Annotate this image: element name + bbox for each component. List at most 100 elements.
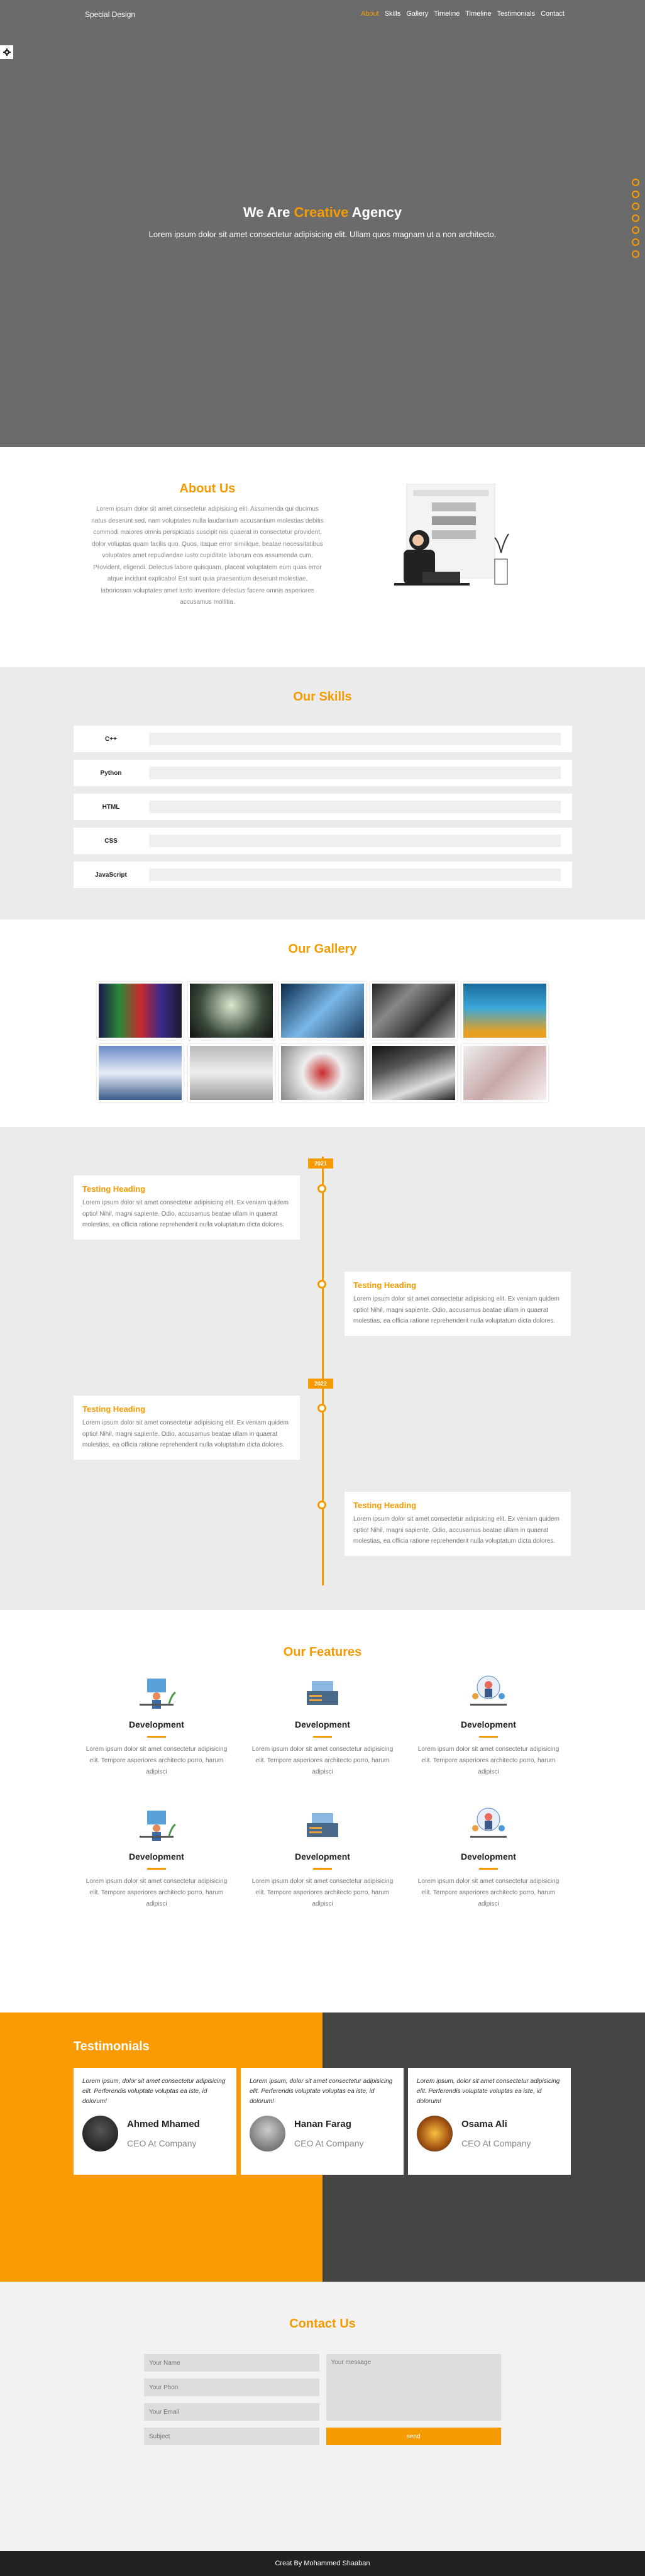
hero-title: We Are Creative Agency: [0, 204, 645, 221]
timeline-year: 2021: [308, 1158, 333, 1169]
feature-card: Development Lorem ipsum dolor sit amet c…: [416, 1672, 561, 1789]
nav-link-timeline[interactable]: Timeline: [434, 10, 460, 18]
hero-section: Special Design About Skills Gallery Time…: [0, 0, 645, 447]
skill-progress-bar: [148, 835, 561, 847]
message-textarea[interactable]: [326, 2354, 501, 2421]
nav-link-contact[interactable]: Contact: [541, 10, 565, 18]
feature-text: Lorem ipsum dolor sit amet consectetur a…: [417, 1878, 560, 1907]
feature-heading: Development: [295, 1852, 350, 1862]
timeline-dot: [317, 1280, 326, 1289]
gallery-image[interactable]: [461, 1044, 548, 1102]
feature-card: Development Lorem ipsum dolor sit amet c…: [250, 1672, 395, 1789]
form-column-left: [144, 2354, 319, 2445]
timeline-line: [322, 1157, 324, 1585]
testimonial-info: Ahmed Mhamed CEO At Company: [127, 2119, 200, 2148]
nav-bullet[interactable]: [632, 191, 639, 198]
timeline-dot: [317, 1501, 326, 1509]
testimonial-card: Lorem ipsum, dolor sit amet consectetur …: [74, 2068, 236, 2175]
skill-row: C++: [73, 726, 572, 752]
timeline-text: Lorem ipsum dolor sit amet consectetur a…: [82, 1199, 289, 1228]
testimonial-card: Lorem ipsum, dolor sit amet consectetur …: [241, 2068, 404, 2175]
nav-bullet[interactable]: [632, 179, 639, 186]
skill-row: HTML: [73, 794, 572, 820]
name-input[interactable]: [144, 2354, 319, 2372]
feature-divider: [479, 1868, 498, 1870]
timeline-year: 2022: [308, 1379, 333, 1389]
features-title: Our Features: [283, 1645, 362, 1659]
avatar: [250, 2116, 285, 2151]
feature-divider: [147, 1736, 166, 1738]
nav-bullet[interactable]: [632, 238, 639, 246]
testimonial-person: Osama Ali CEO At Company: [417, 2116, 562, 2151]
gallery-image[interactable]: [370, 1044, 457, 1102]
gallery-image[interactable]: [188, 1044, 275, 1102]
email-input[interactable]: [144, 2403, 319, 2421]
logo[interactable]: Special Design: [85, 10, 135, 19]
gallery-image[interactable]: [97, 982, 184, 1040]
hero-text: We Are Creative Agency Lorem ipsum dolor…: [0, 204, 645, 239]
timeline-item: Testing Heading Lorem ipsum dolor sit am…: [74, 1175, 300, 1240]
settings-button[interactable]: [0, 45, 13, 59]
testimonial-name: Ahmed Mhamed: [127, 2119, 200, 2129]
hero-title-post: Agency: [348, 204, 402, 220]
testimonial-name: Hanan Farag: [294, 2119, 351, 2129]
about-section: About Us Lorem ipsum dolor sit amet cons…: [0, 447, 645, 667]
feature-divider: [313, 1868, 332, 1870]
send-button[interactable]: send: [326, 2428, 501, 2445]
timeline-heading: Testing Heading: [82, 1404, 146, 1414]
timeline-text: Lorem ipsum dolor sit amet consectetur a…: [353, 1516, 560, 1545]
skill-name: C++: [105, 735, 117, 743]
feature-divider: [147, 1868, 166, 1870]
gallery-title: Our Gallery: [288, 942, 357, 956]
contact-title: Contact Us: [289, 2317, 356, 2331]
gallery-image[interactable]: [279, 1044, 366, 1102]
timeline-section: 2021 Testing Heading Lorem ipsum dolor s…: [0, 1127, 645, 1610]
testimonial-role: CEO At Company: [294, 2138, 364, 2148]
gear-icon: [3, 48, 11, 56]
testimonial-role: CEO At Company: [127, 2138, 197, 2148]
nav-link-timeline-2[interactable]: Timeline: [465, 10, 491, 18]
gallery-image[interactable]: [279, 982, 366, 1040]
feature-text: Lorem ipsum dolor sit amet consectetur a…: [417, 1746, 560, 1775]
timeline-dot: [317, 1184, 326, 1193]
gallery-image[interactable]: [461, 982, 548, 1040]
developer-desk-icon: [140, 1811, 176, 1841]
team-work-icon: [470, 1807, 507, 1838]
feature-heading: Development: [129, 1719, 184, 1729]
feature-divider: [313, 1736, 332, 1738]
testimonial-person: Ahmed Mhamed CEO At Company: [82, 2116, 228, 2151]
testimonial-quote: Lorem ipsum, dolor sit amet consectetur …: [82, 2078, 226, 2105]
server-monitor-icon: [307, 1681, 338, 1705]
skill-row: Python: [73, 760, 572, 786]
hero-title-pre: We Are: [243, 204, 294, 220]
timeline-heading: Testing Heading: [82, 1184, 146, 1194]
feature-text: Lorem ipsum dolor sit amet consectetur a…: [251, 1878, 394, 1907]
nav-link-about[interactable]: About: [361, 10, 379, 18]
feature-card: Development Lorem ipsum dolor sit amet c…: [84, 1804, 229, 1921]
timeline-text: Lorem ipsum dolor sit amet consectetur a…: [82, 1419, 289, 1448]
nav-bullet[interactable]: [632, 250, 639, 258]
contact-form: send: [144, 2354, 501, 2445]
gallery-grid: [97, 982, 548, 1102]
nav-link-gallery[interactable]: Gallery: [406, 10, 428, 18]
testimonial-name: Osama Ali: [461, 2119, 507, 2129]
gallery-image[interactable]: [97, 1044, 184, 1102]
features-section: Our Features Development Lorem ipsum dol…: [0, 1610, 645, 2012]
nav-link-testimonials[interactable]: Testimonials: [497, 10, 536, 18]
feature-card: Development Lorem ipsum dolor sit amet c…: [416, 1804, 561, 1921]
features-grid: Development Lorem ipsum dolor sit amet c…: [84, 1672, 561, 1921]
subject-input[interactable]: [144, 2428, 319, 2445]
skill-name: CSS: [104, 837, 118, 845]
timeline-heading: Testing Heading: [353, 1280, 417, 1290]
contact-section: Contact Us send: [0, 2282, 645, 2551]
testimonial-role: CEO At Company: [461, 2138, 531, 2148]
footer-text: Creat By Mohammed Shaaban: [275, 2560, 370, 2567]
avatar: [82, 2116, 118, 2151]
phone-input[interactable]: [144, 2379, 319, 2396]
testimonial-info: Osama Ali CEO At Company: [461, 2119, 531, 2148]
team-work-icon: [470, 1675, 507, 1706]
gallery-image[interactable]: [370, 982, 457, 1040]
timeline-heading: Testing Heading: [353, 1501, 417, 1510]
gallery-image[interactable]: [188, 982, 275, 1040]
nav-link-skills[interactable]: Skills: [385, 10, 401, 18]
